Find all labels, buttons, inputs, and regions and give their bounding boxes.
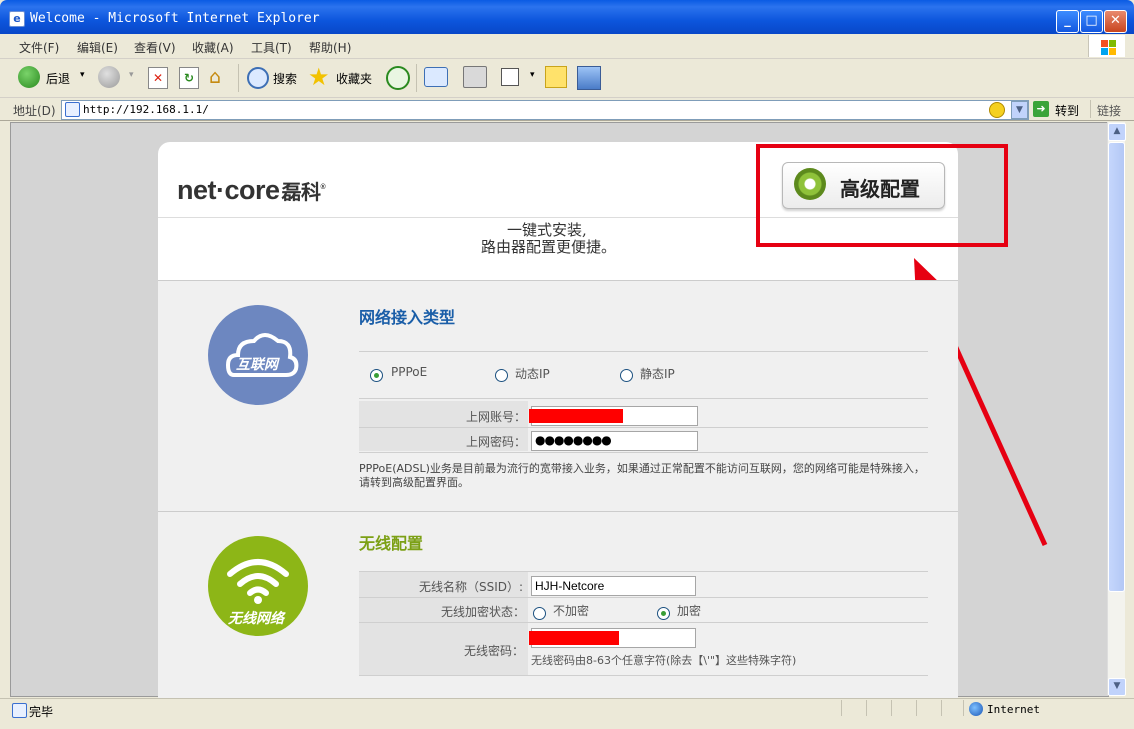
row-divider (359, 675, 928, 676)
radio-no-encryption-label[interactable]: 不加密 (553, 602, 589, 619)
redacted-account-value (529, 409, 623, 423)
section-divider (359, 398, 928, 399)
ssid-input[interactable]: HJH-Netcore (531, 576, 696, 596)
radio-dynamic-ip[interactable] (495, 369, 508, 382)
internet-zone-globe-icon (969, 702, 983, 716)
radio-pppoe[interactable] (370, 369, 383, 382)
wireless-password-label: 无线密码： (464, 644, 525, 658)
status-separator (941, 700, 942, 716)
row-divider (359, 427, 928, 428)
status-separator (841, 700, 842, 716)
password-label: 上网密码： (466, 435, 527, 449)
radio-static-ip[interactable] (620, 369, 633, 382)
status-separator (891, 700, 892, 716)
encryption-label: 无线加密状态： (441, 605, 526, 619)
access-type-title: 网络接入类型 (359, 308, 456, 327)
section-divider (359, 351, 928, 352)
wireless-icon-label: 无线网络 (228, 611, 284, 627)
password-input[interactable]: ●●●●●●●● (531, 431, 698, 451)
status-separator (866, 700, 867, 716)
account-label: 上网账号： (466, 410, 527, 424)
ssid-label: 无线名称（SSID）: (419, 580, 524, 594)
row-divider (359, 622, 928, 623)
row-divider (359, 597, 928, 598)
wifi-icon: 无线网络 (208, 536, 308, 636)
internet-cloud-icon: 互联网 (208, 305, 308, 405)
row-divider (359, 452, 928, 453)
wireless-password-hint: 无线密码由8-63个任意字符(除去【\'"】这些特殊字符) (531, 654, 797, 667)
wireless-config-title: 无线配置 (359, 534, 424, 553)
status-text: 完毕 (29, 705, 54, 719)
radio-static-ip-label[interactable]: 静态IP (640, 365, 675, 382)
radio-dynamic-ip-label[interactable]: 动态IP (515, 365, 550, 382)
radio-encrypted[interactable] (657, 607, 670, 620)
ssid-value: HJH-Netcore (535, 579, 605, 593)
redacted-wireless-password (529, 631, 619, 645)
status-separator (916, 700, 917, 716)
radio-encrypted-label[interactable]: 加密 (677, 602, 701, 619)
radio-no-encryption[interactable] (533, 607, 546, 620)
internet-icon-label: 互联网 (236, 357, 278, 373)
password-dots: ●●●●●●●● (535, 433, 612, 447)
status-separator (963, 700, 964, 716)
page-done-icon (12, 703, 27, 718)
pppoe-note: PPPoE(ADSL)业务是目前最为流行的宽带接入业务，如果通过正常配置不能访问… (359, 462, 925, 489)
radio-pppoe-label[interactable]: PPPoE (391, 365, 427, 379)
security-zone-label: Internet (987, 703, 1040, 716)
